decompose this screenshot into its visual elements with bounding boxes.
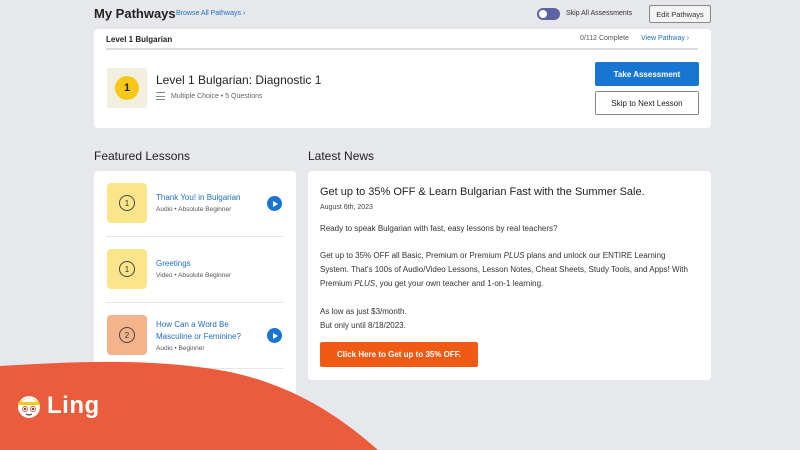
level-number: 1 (115, 76, 139, 100)
latest-news-title: Latest News (308, 149, 375, 163)
assessment-meta: Multiple Choice • 5 Questions (156, 92, 263, 100)
list-icon (156, 92, 165, 100)
pathway-card: Level 1 Bulgarian 0/112 Complete View Pa… (94, 29, 711, 128)
lesson-item[interactable]: nal Holidays (94, 369, 296, 435)
ling-logo: Ling (14, 391, 100, 421)
news-text-em: PLUS (503, 251, 525, 260)
lesson-meta: Audio • Beginner (156, 345, 205, 352)
pathway-progress-bar (106, 48, 698, 50)
news-paragraph: But only until 8/18/2023. (320, 321, 406, 330)
lesson-number: 1 (119, 195, 135, 211)
skip-all-label: Skip All Assessments (566, 10, 633, 17)
lesson-tile: 1 (107, 249, 147, 289)
lesson-title[interactable]: Thank You! in Bulgarian (156, 192, 260, 204)
news-text-em: PLUS (354, 279, 376, 288)
edit-pathways-button[interactable]: Edit Pathways (649, 5, 711, 23)
lesson-number: 1 (119, 261, 135, 277)
news-headline: Get up to 35% OFF & Learn Bulgarian Fast… (320, 186, 645, 198)
monkey-icon (18, 396, 40, 418)
chevron-right-icon: › (242, 10, 246, 17)
play-icon[interactable] (267, 394, 282, 409)
news-paragraph: As low as just $3/month. (320, 307, 407, 316)
page-title: My Pathways (94, 6, 176, 21)
pathways-header: My Pathways Browse All Pathways › Skip A… (94, 5, 711, 23)
lesson-title[interactable]: How Can a Word Be Masculine or Feminine? (156, 319, 260, 343)
lesson-meta: Audio • Absolute Beginner (156, 206, 232, 213)
news-date: August 6th, 2023 (320, 204, 373, 211)
toggle-knob (539, 10, 547, 18)
pathway-name: Level 1 Bulgarian (106, 35, 173, 44)
news-paragraph: Ready to speak Bulgarian with fast, easy… (320, 224, 558, 233)
featured-lessons-card: 1 Thank You! in Bulgarian Audio • Absolu… (94, 171, 296, 450)
level-badge: 1 (107, 68, 147, 108)
lesson-item[interactable]: 2 How Can a Word Be Masculine or Feminin… (94, 303, 296, 369)
browse-all-pathways-link[interactable]: Browse All Pathways › (176, 10, 245, 17)
lesson-meta: Video • Absolute Beginner (156, 272, 232, 279)
news-text: Get up to 35% OFF all Basic, Premium or … (320, 251, 504, 260)
sale-cta-button[interactable]: Click Here to Get up to 35% OFF. (320, 342, 478, 367)
take-assessment-button[interactable]: Take Assessment (595, 62, 699, 86)
lesson-item[interactable]: 1 Greetings Video • Absolute Beginner (94, 237, 296, 303)
skip-to-next-lesson-button[interactable]: Skip to Next Lesson (595, 91, 699, 115)
lesson-title[interactable]: nal Holidays (169, 391, 273, 403)
lesson-tile: 1 (107, 183, 147, 223)
browse-label: Browse All Pathways (176, 10, 241, 17)
view-pathway-link[interactable]: View Pathway › (641, 35, 689, 42)
featured-lessons-title: Featured Lessons (94, 149, 191, 163)
lesson-tile: 2 (107, 315, 147, 355)
news-paragraph: Get up to 35% OFF all Basic, Premium or … (320, 249, 692, 291)
brand-name: Ling (47, 392, 100, 419)
pathway-progress-text: 0/112 Complete (580, 35, 629, 42)
assessment-title[interactable]: Level 1 Bulgarian: Diagnostic 1 (156, 73, 321, 87)
lesson-item[interactable]: 1 Thank You! in Bulgarian Audio • Absolu… (94, 171, 296, 237)
lesson-title[interactable]: Greetings (156, 258, 260, 270)
news-card: Get up to 35% OFF & Learn Bulgarian Fast… (308, 171, 711, 380)
lesson-number: 2 (119, 327, 135, 343)
play-icon[interactable] (267, 196, 282, 211)
view-pathway-label: View Pathway (641, 35, 685, 42)
lesson-tile (107, 381, 147, 421)
chevron-right-icon: › (686, 35, 690, 42)
news-text: , you get your own teacher and 1-on-1 le… (375, 279, 544, 288)
play-icon[interactable] (267, 328, 282, 343)
assessment-meta-text: Multiple Choice • 5 Questions (171, 92, 263, 100)
skip-assessments-toggle[interactable] (537, 8, 560, 20)
